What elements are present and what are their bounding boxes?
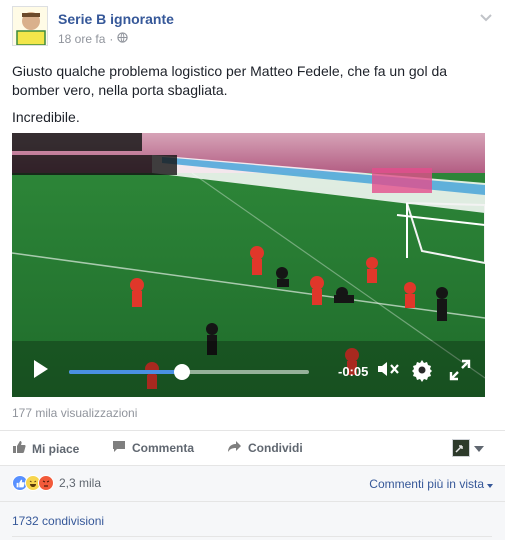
share-as-selector[interactable] xyxy=(452,439,484,457)
mute-icon[interactable] xyxy=(376,360,400,383)
reactions-bar: 2,3 mila Commenti più in vista xyxy=(0,465,505,501)
post-meta: 18 ore fa · xyxy=(58,32,129,46)
fullscreen-icon[interactable] xyxy=(449,359,471,386)
separator-dot: · xyxy=(109,32,114,46)
chevron-down-icon xyxy=(487,477,493,491)
facebook-post: Serie B ignorante 18 ore fa · Giusto qua… xyxy=(0,0,505,540)
post-text: Giusto qualche problema logistico per Ma… xyxy=(12,62,482,135)
reaction-count[interactable]: 2,3 mila xyxy=(59,476,101,490)
comment-button[interactable]: Commenta xyxy=(112,440,194,456)
share-icon xyxy=(227,440,242,456)
share-button[interactable]: Condividi xyxy=(227,440,303,456)
action-bar: Mi piace Commenta Condividi xyxy=(0,430,505,464)
angry-reaction-icon xyxy=(38,475,54,491)
post-timestamp[interactable]: 18 ore fa xyxy=(58,32,105,46)
progress-fill xyxy=(69,370,182,374)
like-button[interactable]: Mi piace xyxy=(12,440,79,457)
comment-sort-label: Commenti più in vista xyxy=(369,477,484,491)
page-avatar[interactable] xyxy=(12,6,48,46)
like-label: Mi piace xyxy=(32,441,80,456)
like-icon xyxy=(12,440,26,457)
play-icon[interactable] xyxy=(32,359,50,384)
video-player[interactable]: -0:05 xyxy=(12,133,485,397)
globe-icon xyxy=(117,32,129,46)
view-count: 177 mila visualizzazioni xyxy=(12,406,138,420)
chevron-down-icon xyxy=(474,439,484,457)
video-controls: -0:05 xyxy=(12,341,485,397)
share-count[interactable]: 1732 condivisioni xyxy=(12,514,104,528)
post-text-line: Incredibile. xyxy=(12,109,80,125)
shares-bar: 1732 condivisioni xyxy=(0,501,505,540)
comment-area-divider xyxy=(12,536,492,540)
comment-label: Commenta xyxy=(132,441,195,455)
comment-icon xyxy=(112,440,126,456)
gear-icon[interactable] xyxy=(410,358,434,387)
avatar xyxy=(452,439,470,457)
share-label: Condividi xyxy=(248,441,303,455)
post-options-chevron-icon[interactable] xyxy=(479,10,493,28)
reactions-summary[interactable]: 2,3 mila xyxy=(12,475,101,491)
page-name[interactable]: Serie B ignorante xyxy=(58,11,174,27)
post-text-line: Giusto qualche problema logistico per Ma… xyxy=(12,63,448,98)
comment-sort-selector[interactable]: Commenti più in vista xyxy=(369,477,493,491)
time-remaining: -0:05 xyxy=(338,364,369,379)
progress-handle[interactable] xyxy=(173,364,190,380)
progress-bar[interactable] xyxy=(69,364,309,380)
